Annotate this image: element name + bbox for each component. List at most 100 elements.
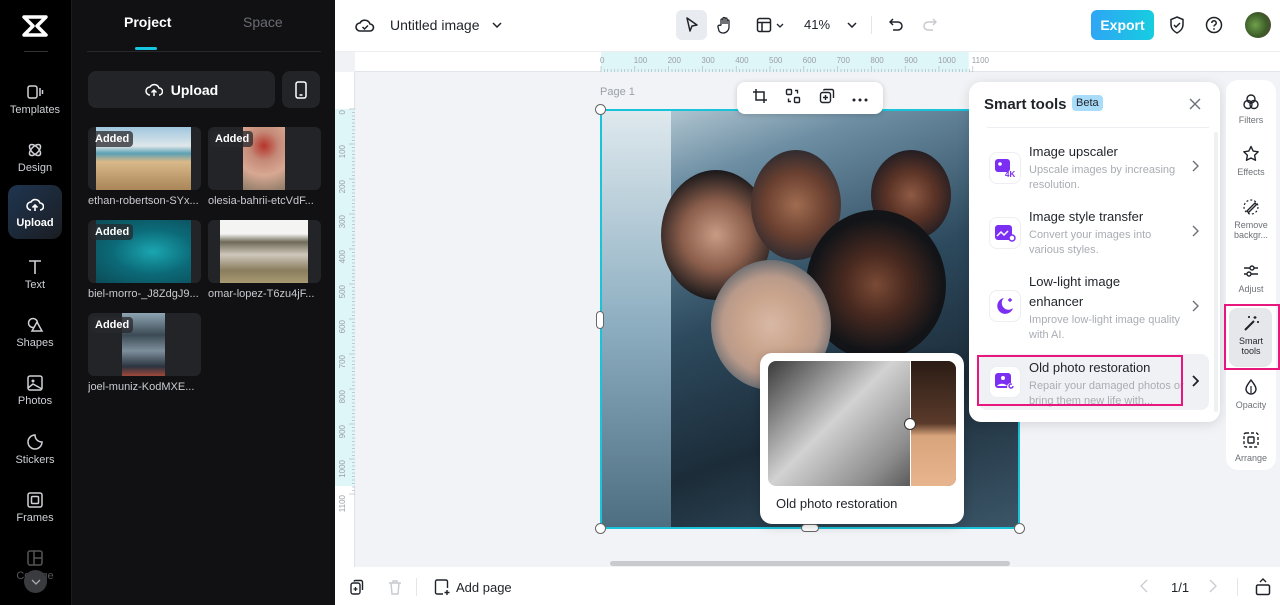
file-name: olesia-bahrii-etcVdF... [208, 195, 314, 207]
delete-page-button[interactable] [388, 579, 402, 595]
resize-handle-bottom-right[interactable] [1014, 523, 1025, 534]
ruler-tick-label: 400 [735, 56, 749, 65]
chevron-right-icon [1192, 160, 1199, 172]
user-avatar[interactable] [1245, 12, 1271, 38]
help-icon[interactable] [1204, 15, 1224, 35]
capcut-logo-icon[interactable] [20, 14, 50, 38]
zoom-level[interactable]: 41% [804, 17, 830, 32]
hand-tool-button[interactable] [715, 15, 735, 35]
rail-item-frames[interactable]: Frames [8, 480, 62, 534]
upscale-4k-icon: 4K [989, 152, 1021, 184]
more-options-icon[interactable] [852, 89, 868, 107]
feature-preview-tooltip: Old photo restoration [760, 353, 964, 524]
rail-item-design[interactable]: Design [8, 130, 62, 184]
rail-item-templates[interactable]: Templates [8, 72, 62, 126]
resize-handle-left[interactable] [596, 311, 604, 329]
resize-handle-bottom[interactable] [801, 524, 819, 532]
rail-item-shapes[interactable]: Shapes [8, 305, 62, 359]
media-thumbnail[interactable]: Added [88, 313, 201, 376]
moon-sparkle-icon [989, 290, 1021, 322]
close-icon[interactable] [1188, 97, 1202, 111]
rail-item-label: Photos [17, 394, 53, 407]
photos-icon [27, 374, 43, 391]
rail-tool-arrange[interactable]: Arrange [1226, 431, 1276, 463]
ruler-tick-label: 800 [870, 56, 884, 65]
rail-item-label: Shapes [16, 336, 54, 349]
rail-tool-effects[interactable]: Effects [1226, 145, 1276, 177]
image-floating-toolbar [737, 82, 883, 114]
undo-icon [889, 18, 903, 31]
ruler-tick-label: 200 [668, 56, 682, 65]
document-title[interactable]: Untitled image [390, 17, 480, 33]
upload-button[interactable]: Upload [88, 71, 275, 108]
rail-tool-remove-background[interactable]: Remove backgr... [1226, 198, 1276, 240]
rail-item-label: Stickers [15, 453, 55, 466]
title-dropdown-chevron-icon[interactable] [490, 18, 504, 32]
media-thumbnail[interactable]: Added [88, 127, 201, 190]
replace-icon[interactable] [785, 88, 801, 109]
ruler-tick-label: 800 [338, 389, 347, 403]
page-counter: 1/1 [1171, 580, 1190, 595]
redo-button[interactable] [920, 15, 940, 35]
ruler-tick-label: 900 [904, 56, 918, 65]
ruler-tick-label: 0 [338, 109, 347, 114]
rail-tool-opacity[interactable]: Opacity [1226, 378, 1276, 410]
horizontal-scrollbar[interactable] [610, 561, 1010, 566]
rail-tool-smart-tools[interactable]: Smart tools [1226, 314, 1276, 356]
duplicate-page-button[interactable] [349, 579, 365, 595]
rail-item-photos[interactable]: Photos [8, 363, 62, 417]
shield-check-icon[interactable] [1167, 15, 1187, 35]
undo-button[interactable] [886, 15, 906, 35]
resize-handle-top-left[interactable] [595, 104, 606, 115]
duplicate-icon[interactable] [819, 88, 835, 109]
previous-page-button[interactable] [1140, 579, 1148, 593]
pages-panel-icon [1255, 578, 1271, 596]
shapes-icon [27, 317, 44, 332]
layout-menu-button[interactable] [752, 15, 788, 35]
rail-tool-adjust[interactable]: Adjust [1226, 262, 1276, 294]
rail-tool-label: Effects [1237, 167, 1265, 177]
add-page-icon [434, 579, 450, 595]
select-tool-button[interactable] [676, 10, 707, 40]
compare-slider-handle[interactable] [904, 418, 916, 430]
vertical-ruler: 0 100 200 300 400 500 600 700 800 900 1000 1100 [335, 72, 355, 567]
scrollbar[interactable] [1214, 132, 1218, 412]
tab-project[interactable]: Project [124, 14, 171, 30]
smart-tool-image-upscaler[interactable]: 4K Image upscaler Upscale images by incr… [979, 140, 1209, 200]
ruler-tick-label: 1100 [338, 494, 347, 512]
beta-badge: Beta [1072, 95, 1103, 111]
rail-expand-button[interactable] [24, 570, 47, 593]
ruler-tick-label: 0 [600, 56, 605, 65]
added-badge: Added [91, 131, 134, 147]
crop-icon[interactable] [752, 88, 768, 109]
rail-item-label: Text [24, 278, 46, 291]
add-page-button[interactable]: Add page [434, 579, 512, 595]
added-badge: Added [211, 131, 254, 147]
upload-cloud-icon [145, 83, 163, 96]
tab-space[interactable]: Space [243, 14, 283, 30]
ruler-tick-label: 900 [338, 424, 347, 438]
ruler-tick-label: 500 [338, 284, 347, 298]
horizontal-ruler-ticks: 0 100 200 300 400 500 600 700 800 900 1000 1100 [600, 52, 990, 72]
resize-handle-bottom-left[interactable] [595, 523, 606, 534]
media-thumbnail[interactable]: Added [88, 220, 201, 283]
tab-active-indicator [135, 47, 157, 50]
filters-icon [1243, 94, 1259, 110]
stickers-icon [27, 433, 43, 450]
export-button[interactable]: Export [1091, 10, 1154, 40]
zoom-dropdown-chevron-icon[interactable] [845, 18, 859, 32]
expand-pages-button[interactable] [1255, 578, 1271, 596]
rail-item-text[interactable]: Text [8, 247, 62, 301]
cloud-saved-icon[interactable] [355, 15, 375, 35]
rail-item-upload[interactable]: Upload [8, 185, 62, 239]
rail-tool-filters[interactable]: Filters [1226, 93, 1276, 125]
media-thumbnail[interactable]: Added [208, 127, 321, 190]
mobile-upload-button[interactable] [282, 71, 320, 108]
smart-tool-image-style-transfer[interactable]: Image style transfer Convert your images… [979, 205, 1209, 265]
smart-tool-low-light-enhancer[interactable]: Low-light image enhancer Improve low-lig… [979, 270, 1209, 348]
rail-item-stickers[interactable]: Stickers [8, 422, 62, 476]
style-transfer-icon [989, 217, 1021, 249]
next-page-button[interactable] [1209, 579, 1217, 593]
media-thumbnail[interactable] [208, 220, 321, 283]
rail-tool-label: Opacity [1235, 400, 1267, 410]
